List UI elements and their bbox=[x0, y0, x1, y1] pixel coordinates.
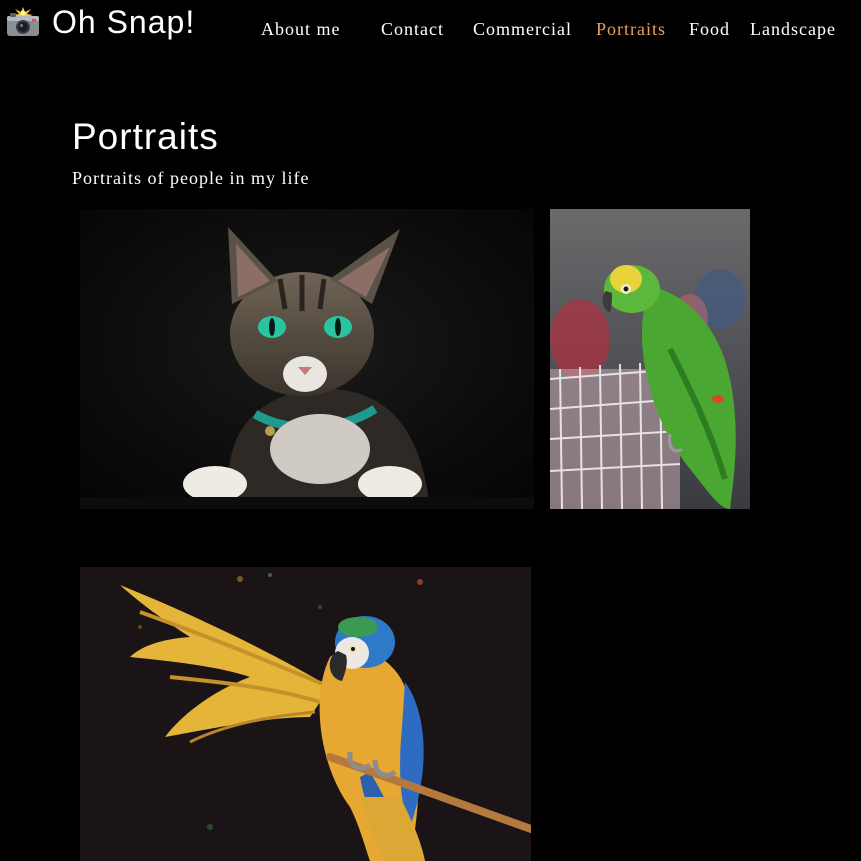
nav-item-portraits[interactable]: Portraits bbox=[596, 17, 666, 41]
tabby-cat-photo[interactable] bbox=[80, 209, 534, 509]
nav-item-about-me[interactable]: About me bbox=[261, 17, 341, 41]
page-subtitle: Portraits of people in my life bbox=[72, 168, 310, 188]
macaw-photo[interactable] bbox=[80, 567, 531, 861]
site-header: Oh Snap! About me Contact Commercial Por… bbox=[0, 0, 861, 60]
nav-item-contact[interactable]: Contact bbox=[381, 17, 444, 41]
site-name: Oh Snap! bbox=[52, 4, 196, 40]
site-logo[interactable]: Oh Snap! bbox=[6, 5, 195, 39]
nav-item-landscape[interactable]: Landscape bbox=[750, 17, 836, 41]
page-title: Portraits bbox=[72, 116, 219, 157]
nav-item-commercial[interactable]: Commercial bbox=[473, 17, 572, 41]
camera-flash-icon bbox=[6, 7, 40, 37]
green-parrot-photo[interactable] bbox=[550, 209, 750, 509]
nav-item-food[interactable]: Food bbox=[689, 17, 730, 41]
